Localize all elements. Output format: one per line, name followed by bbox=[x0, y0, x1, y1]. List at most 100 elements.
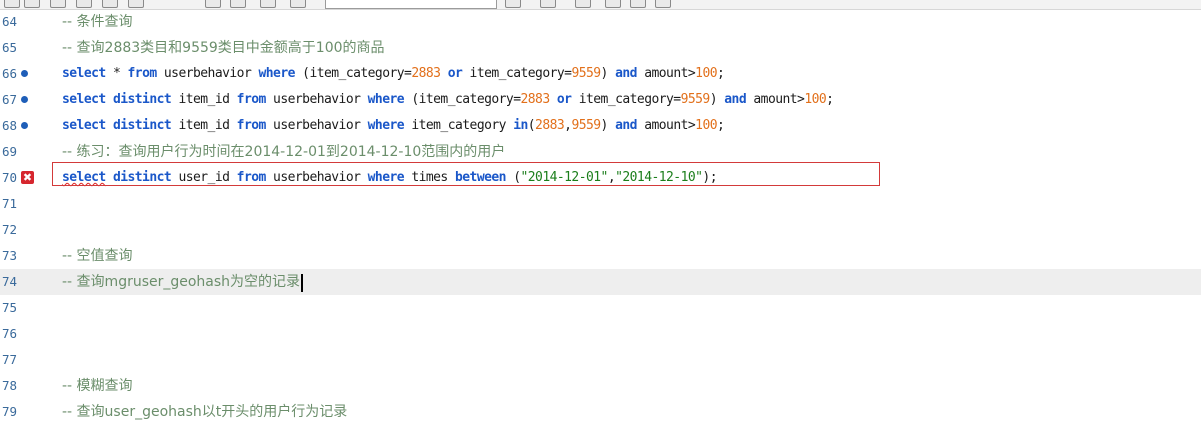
token-number: 2883 bbox=[535, 118, 565, 133]
token-keyword: from bbox=[236, 118, 267, 133]
code-line[interactable]: 70 ✖ select distinct user_id from userbeha… bbox=[0, 165, 1201, 191]
token-keyword: from bbox=[236, 92, 267, 107]
error-marker-icon[interactable]: ✖ bbox=[21, 171, 34, 184]
code-line[interactable]: 71 bbox=[0, 191, 1201, 217]
token-keyword: and bbox=[615, 66, 637, 81]
token-keyword: from bbox=[127, 66, 158, 81]
toolbar-button[interactable] bbox=[4, 0, 20, 8]
toolbar-button[interactable] bbox=[605, 0, 621, 8]
token-identifier: amount> bbox=[746, 92, 805, 107]
token-identifier: item_category= bbox=[462, 66, 572, 81]
toolbar-button[interactable] bbox=[102, 0, 118, 8]
code-line[interactable]: 65 -- 查询2883类目和9559类目中金额高于100的商品 bbox=[0, 35, 1201, 61]
code-text: select distinct user_id from userbehavio… bbox=[62, 165, 718, 191]
toolbar-button[interactable] bbox=[630, 0, 646, 8]
token-identifier: ; bbox=[717, 118, 725, 133]
line-number: 78 bbox=[1, 378, 17, 393]
token-identifier: ; bbox=[717, 66, 725, 81]
sql-editor[interactable]: 64 -- 条件查询 65 -- 查询2883类目和9559类目中金额高于100的商品… bbox=[0, 10, 1201, 424]
comment-text: -- 查询mgruser_geohash为空的记录 bbox=[62, 274, 301, 290]
code-comment: -- 查询user_geohash以t开头的用户行为记录 bbox=[62, 399, 347, 426]
token-keyword: select bbox=[62, 66, 106, 81]
code-line[interactable]: 75 bbox=[0, 295, 1201, 321]
comment-text: -- 模糊查询 bbox=[62, 378, 133, 394]
toolbar-button[interactable] bbox=[76, 0, 92, 8]
token-identifier: ) bbox=[600, 66, 616, 81]
token-identifier bbox=[106, 170, 113, 185]
token-identifier: user_id bbox=[171, 170, 237, 185]
token-identifier: amount> bbox=[636, 118, 696, 133]
toolbar-button[interactable] bbox=[260, 0, 276, 8]
code-line[interactable]: 64 -- 条件查询 bbox=[0, 9, 1201, 35]
comment-text: -- 条件查询 bbox=[62, 14, 133, 30]
token-keyword: distinct bbox=[112, 118, 172, 133]
token-keyword: or bbox=[556, 92, 572, 107]
code-line[interactable]: 68 select distinct item_id from userbehav… bbox=[0, 113, 1201, 139]
token-identifier: item_id bbox=[171, 92, 237, 107]
toolbar-button[interactable] bbox=[24, 0, 40, 8]
toolbar-dropdown[interactable] bbox=[325, 0, 497, 9]
toolbar-button[interactable] bbox=[290, 0, 306, 8]
line-number: 66 bbox=[1, 66, 17, 81]
line-number: 64 bbox=[1, 14, 17, 29]
token-identifier: amount> bbox=[636, 66, 696, 81]
code-line[interactable]: 67 select distinct item_id from userbehav… bbox=[0, 87, 1201, 113]
token-keyword: select bbox=[62, 170, 106, 185]
code-text: select distinct item_id from userbehavio… bbox=[62, 87, 834, 113]
line-number: 69 bbox=[1, 144, 17, 159]
toolbar-button[interactable] bbox=[540, 0, 556, 8]
token-keyword: in bbox=[513, 118, 528, 133]
toolbar-button[interactable] bbox=[128, 0, 144, 8]
token-string: "2014-12-01" bbox=[520, 170, 608, 185]
token-identifier: , bbox=[607, 170, 616, 185]
statement-marker-icon bbox=[21, 96, 28, 103]
code-text: select * from userbehavior where (item_c… bbox=[62, 61, 725, 87]
code-line[interactable]: 78 -- 模糊查询 bbox=[0, 373, 1201, 399]
code-line[interactable]: 77 bbox=[0, 347, 1201, 373]
token-identifier: userbehavior bbox=[265, 92, 368, 107]
token-identifier: userbehavior bbox=[265, 118, 368, 133]
toolbar-button[interactable] bbox=[575, 0, 591, 8]
comment-text: -- 练习：查询用户行为时间在2014-12-01到2014-12-10范围内的… bbox=[62, 144, 506, 160]
toolbar-button[interactable] bbox=[505, 0, 521, 8]
toolbar-button[interactable] bbox=[205, 0, 221, 8]
toolbar-button[interactable] bbox=[230, 0, 246, 8]
token-keyword: and bbox=[724, 92, 747, 107]
code-comment: -- 查询mgruser_geohash为空的记录 bbox=[62, 269, 303, 296]
token-identifier: times bbox=[404, 170, 455, 185]
line-number: 72 bbox=[1, 222, 17, 237]
line-number: 67 bbox=[1, 92, 17, 107]
comment-text: -- 查询user_geohash以t开头的用户行为记录 bbox=[62, 404, 348, 420]
token-identifier bbox=[440, 66, 447, 81]
token-identifier: * bbox=[105, 66, 128, 81]
code-line[interactable]: 72 bbox=[0, 217, 1201, 243]
code-comment: -- 条件查询 bbox=[62, 9, 133, 36]
toolbar-button[interactable] bbox=[655, 0, 671, 8]
token-identifier: item_category bbox=[404, 118, 514, 133]
line-number: 76 bbox=[1, 326, 17, 341]
code-line[interactable]: 73 -- 空值查询 bbox=[0, 243, 1201, 269]
code-line[interactable]: 69 -- 练习：查询用户行为时间在2014-12-01到2014-12-10范围… bbox=[0, 139, 1201, 165]
code-comment: -- 练习：查询用户行为时间在2014-12-01到2014-12-10范围内的… bbox=[62, 139, 505, 166]
token-keyword: distinct bbox=[112, 92, 172, 107]
code-line[interactable]: 74 -- 查询mgruser_geohash为空的记录 bbox=[0, 269, 1201, 295]
code-line[interactable]: 79 -- 查询user_geohash以t开头的用户行为记录 bbox=[0, 399, 1201, 425]
code-line[interactable]: 66 select * from userbehavior where (item… bbox=[0, 61, 1201, 87]
token-identifier: ) bbox=[709, 92, 725, 107]
token-identifier: (item_category= bbox=[294, 66, 412, 81]
token-number: 2883 bbox=[411, 66, 441, 81]
statement-marker-icon bbox=[21, 70, 28, 77]
line-number: 79 bbox=[1, 404, 17, 419]
line-number: 65 bbox=[1, 40, 17, 55]
toolbar-button[interactable] bbox=[50, 0, 66, 8]
code-line[interactable]: 76 bbox=[0, 321, 1201, 347]
token-number: 9559 bbox=[571, 66, 601, 81]
token-identifier: item_category= bbox=[571, 92, 681, 107]
token-number: 100 bbox=[804, 92, 827, 107]
token-identifier: ) bbox=[600, 118, 616, 133]
line-number: 75 bbox=[1, 300, 17, 315]
code-comment: -- 空值查询 bbox=[62, 243, 133, 270]
token-keyword: and bbox=[615, 118, 637, 133]
token-identifier: ( bbox=[527, 118, 536, 133]
token-identifier: (item_category= bbox=[404, 92, 521, 107]
